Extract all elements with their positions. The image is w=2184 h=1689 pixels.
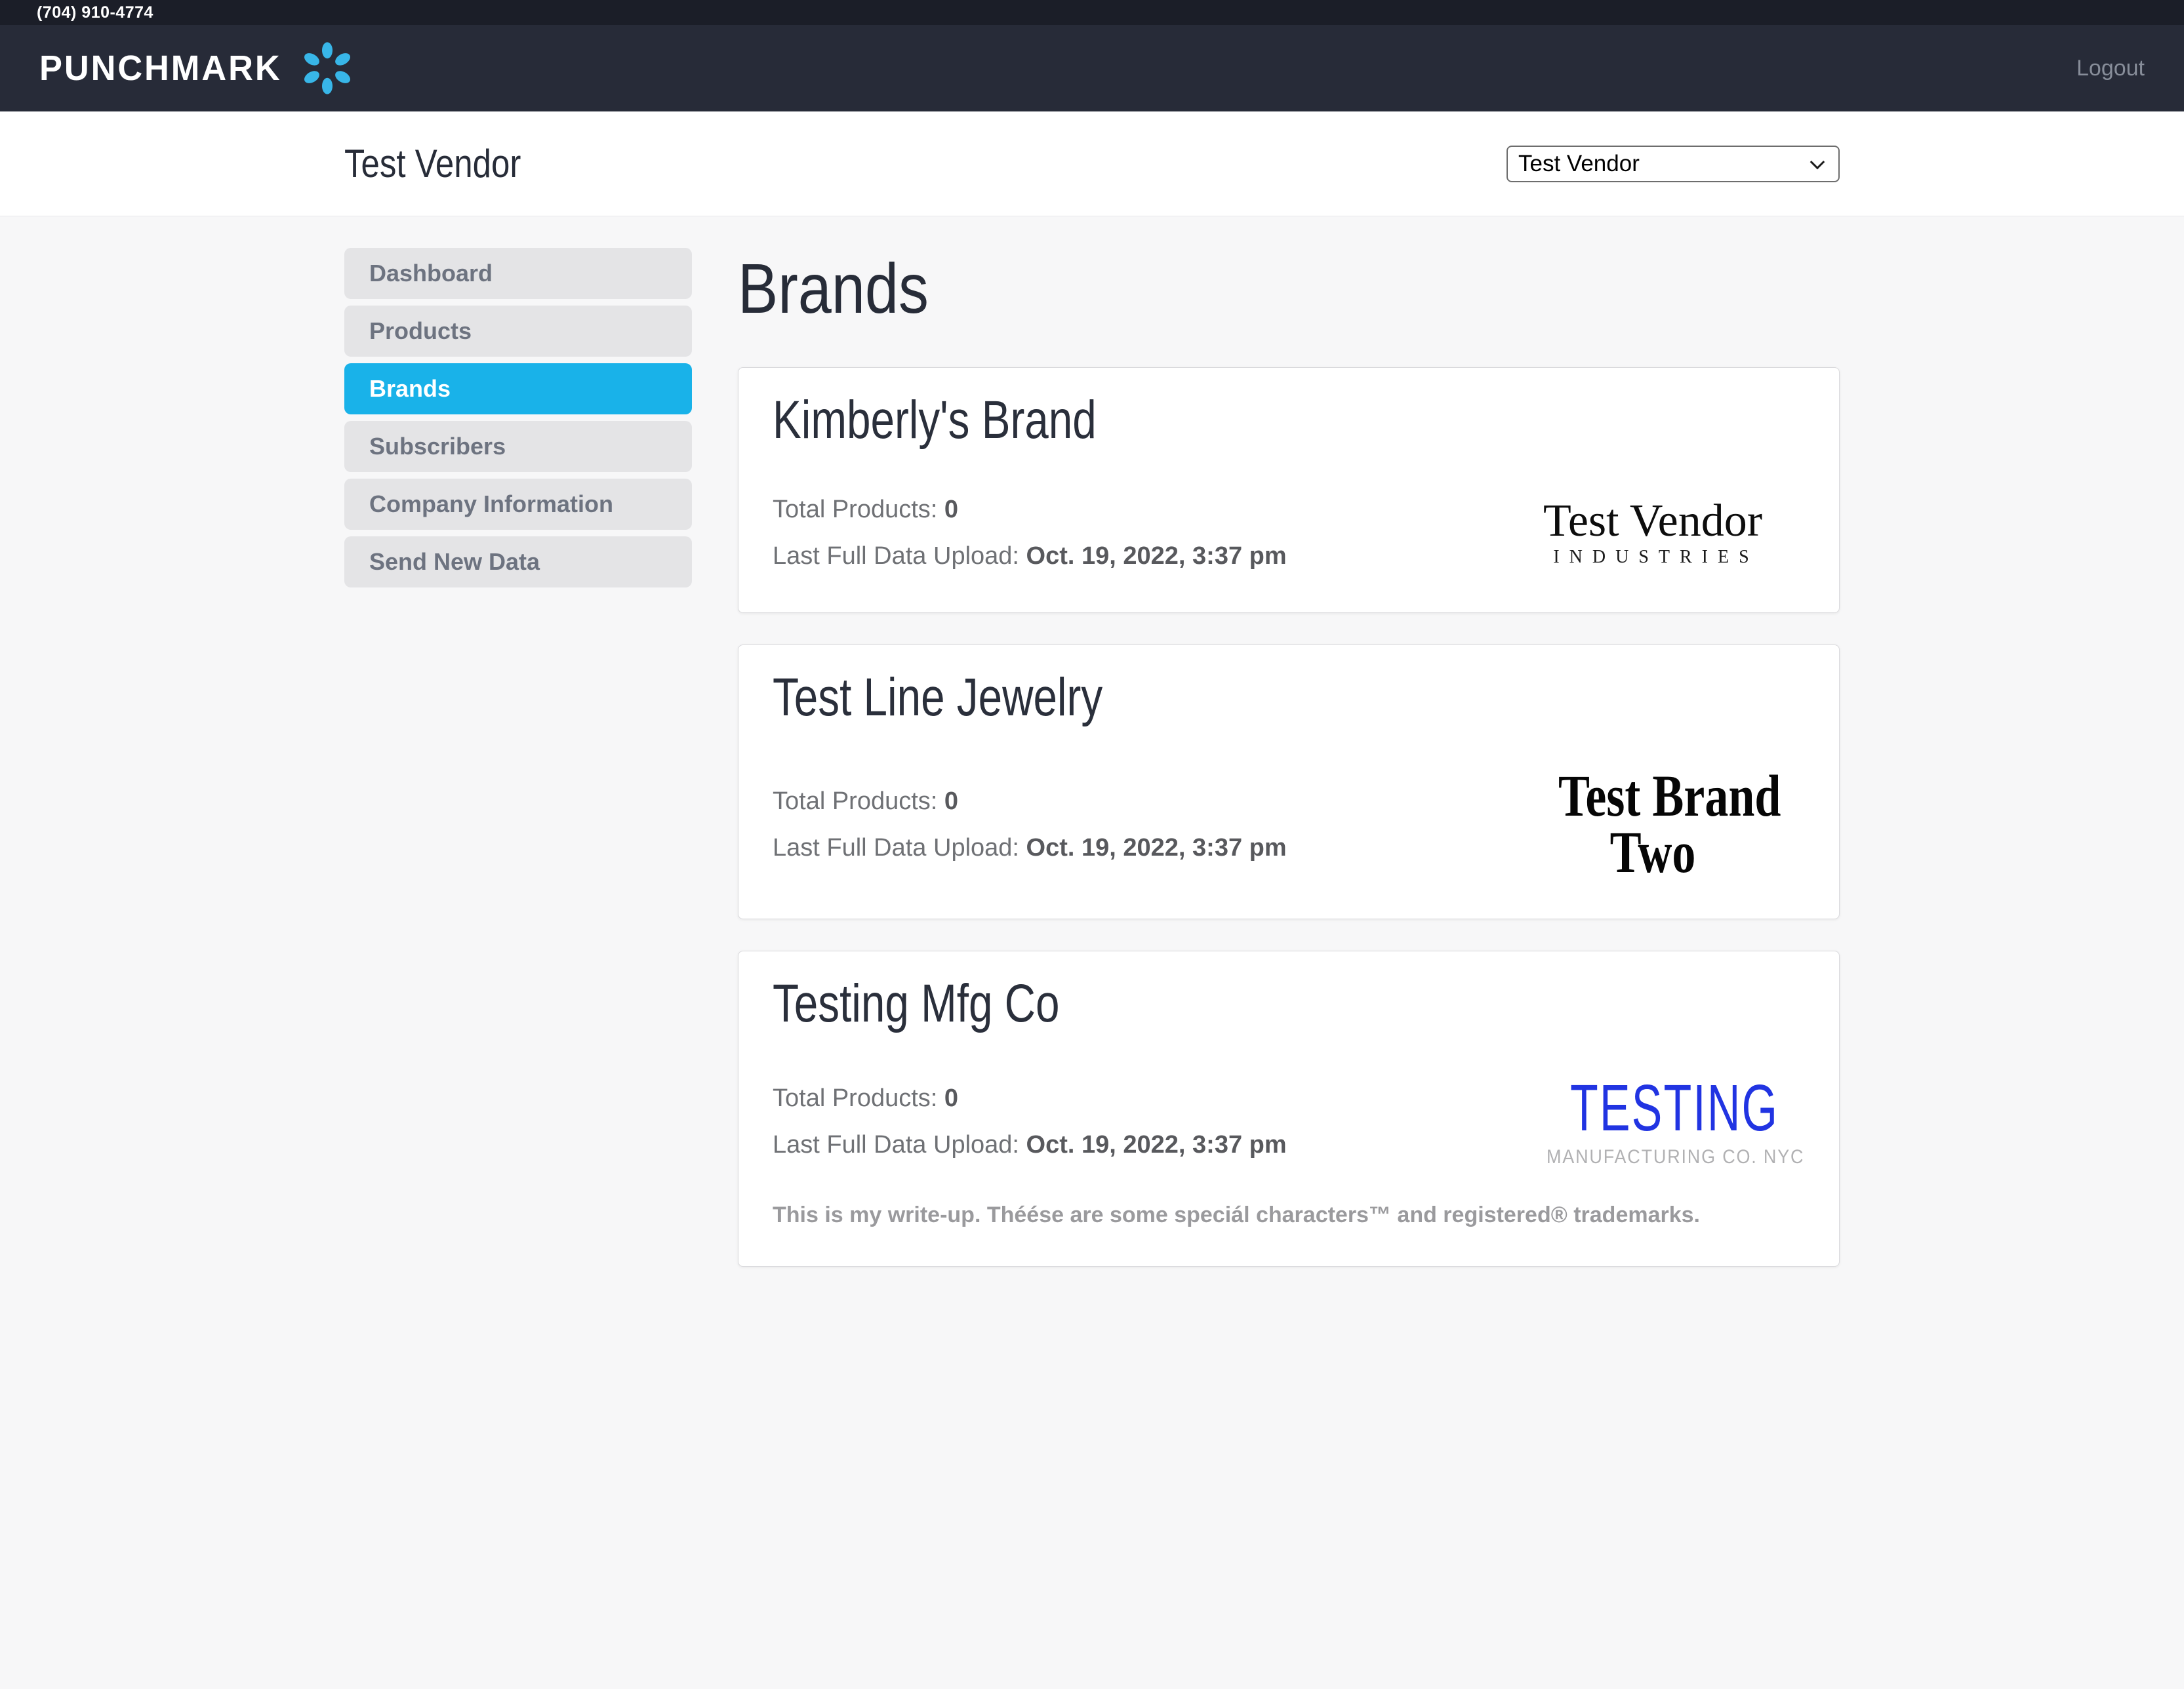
main-content: Brands Kimberly's Brand Total Products: … bbox=[738, 248, 1840, 1298]
brand-card-testing-mfg-co[interactable]: Testing Mfg Co Total Products: 0 Last Fu… bbox=[738, 951, 1840, 1267]
punchmark-hexagon-icon bbox=[301, 42, 354, 94]
total-products-line: Total Products: 0 bbox=[773, 784, 1287, 820]
brand-card-title: Test Line Jewelry bbox=[773, 669, 1598, 727]
last-upload-value: Oct. 19, 2022, 3:37 pm bbox=[1026, 542, 1287, 570]
brand-logo-line2: INDUSTRIES bbox=[1535, 547, 1771, 568]
brand-logo-testing-manufacturing: TESTING MANUFACTURING CO. NYC bbox=[1535, 1075, 1771, 1168]
brand-logo-line2: MANUFACTURING CO. NYC bbox=[1547, 1146, 1759, 1168]
phone-number: (704) 910-4774 bbox=[37, 3, 153, 22]
sidebar-item-subscribers[interactable]: Subscribers bbox=[344, 421, 692, 472]
last-upload-label: Last Full Data Upload: bbox=[773, 1131, 1019, 1159]
brand-logo-line1: TESTING bbox=[1570, 1075, 1735, 1141]
sidebar-item-dashboard[interactable]: Dashboard bbox=[344, 248, 692, 299]
brand-card-meta: Total Products: 0 Last Full Data Upload:… bbox=[773, 492, 1287, 574]
sidebar-item-company-information[interactable]: Company Information bbox=[344, 479, 692, 530]
total-products-value: 0 bbox=[944, 496, 958, 523]
brand-card-meta: Total Products: 0 Last Full Data Upload:… bbox=[773, 784, 1287, 866]
brand-card-test-line-jewelry[interactable]: Test Line Jewelry Total Products: 0 Last… bbox=[738, 645, 1840, 920]
page-title: Test Vendor bbox=[344, 141, 521, 186]
total-products-line: Total Products: 0 bbox=[773, 1081, 1287, 1117]
brand-logo-line1: Test Brand bbox=[1558, 768, 1747, 825]
sidebar-item-products[interactable]: Products bbox=[344, 306, 692, 357]
vendor-portal-page: (704) 910-4774 PUNCHMARK Logout bbox=[0, 0, 2184, 1689]
last-upload-line: Last Full Data Upload: Oct. 19, 2022, 3:… bbox=[773, 830, 1287, 866]
last-upload-value: Oct. 19, 2022, 3:37 pm bbox=[1026, 834, 1287, 862]
vendor-select[interactable]: Test Vendor bbox=[1507, 146, 1840, 182]
last-upload-line: Last Full Data Upload: Oct. 19, 2022, 3:… bbox=[773, 1127, 1287, 1163]
total-products-label: Total Products: bbox=[773, 1084, 937, 1112]
total-products-value: 0 bbox=[944, 787, 958, 815]
brand-logo-line2: Two bbox=[1558, 825, 1747, 881]
logout-link[interactable]: Logout bbox=[2076, 56, 2145, 81]
vendor-select-wrap: Test Vendor bbox=[1507, 146, 1840, 182]
brand-card-title: Kimberly's Brand bbox=[773, 391, 1598, 450]
last-upload-line: Last Full Data Upload: Oct. 19, 2022, 3:… bbox=[773, 538, 1287, 574]
brand-card-meta: Total Products: 0 Last Full Data Upload:… bbox=[773, 1081, 1287, 1163]
sidebar-item-send-new-data[interactable]: Send New Data bbox=[344, 536, 692, 587]
brand-logo-line1: Test Vendor bbox=[1535, 498, 1771, 544]
content-layout: Dashboard Products Brands Subscribers Co… bbox=[328, 216, 1856, 1298]
page-header: Test Vendor Test Vendor bbox=[0, 111, 2184, 216]
last-upload-value: Oct. 19, 2022, 3:37 pm bbox=[1026, 1131, 1287, 1159]
punchmark-logo[interactable]: PUNCHMARK bbox=[39, 42, 354, 94]
total-products-value: 0 bbox=[944, 1084, 958, 1112]
total-products-label: Total Products: bbox=[773, 787, 937, 815]
brand-logo-test-vendor-industries: Test Vendor INDUSTRIES bbox=[1535, 498, 1771, 568]
total-products-line: Total Products: 0 bbox=[773, 492, 1287, 528]
brand-card-kimberlys-brand[interactable]: Kimberly's Brand Total Products: 0 Last … bbox=[738, 367, 1840, 613]
sidebar-item-brands[interactable]: Brands bbox=[344, 363, 692, 414]
brand-logo-test-brand-two: Test Brand Two bbox=[1558, 768, 1747, 881]
punchmark-wordmark: PUNCHMARK bbox=[39, 48, 282, 89]
brands-heading: Brands bbox=[738, 248, 1674, 329]
top-phone-bar: (704) 910-4774 bbox=[0, 0, 2184, 25]
navbar: PUNCHMARK Logout bbox=[0, 25, 2184, 111]
brand-card-title: Testing Mfg Co bbox=[773, 975, 1598, 1033]
total-products-label: Total Products: bbox=[773, 496, 937, 523]
sidebar: Dashboard Products Brands Subscribers Co… bbox=[344, 248, 692, 594]
last-upload-label: Last Full Data Upload: bbox=[773, 834, 1019, 862]
brand-writeup: This is my write-up. Théése are some spe… bbox=[773, 1202, 1805, 1228]
last-upload-label: Last Full Data Upload: bbox=[773, 542, 1019, 570]
